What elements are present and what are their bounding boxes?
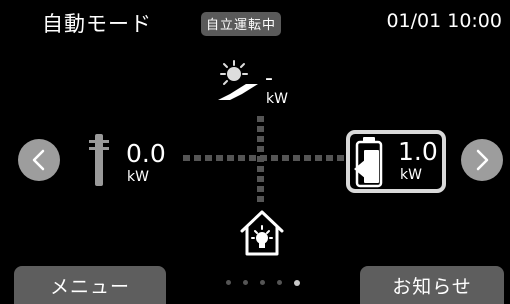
datetime: 01/01 10:00 (386, 10, 502, 32)
page-dot (277, 280, 282, 285)
page-dot (243, 280, 248, 285)
chevron-left-icon (32, 149, 45, 171)
battery-unit: kW (400, 167, 422, 183)
solar-unit: kW (266, 91, 288, 107)
notice-button[interactable]: お知らせ (360, 266, 504, 304)
flow-line-horizontal (183, 155, 345, 161)
prev-page-button[interactable] (18, 139, 60, 181)
battery-discharge-icon (354, 136, 390, 192)
chevron-right-icon (476, 149, 489, 171)
solar-panel-icon (216, 60, 258, 106)
house-icon (239, 209, 285, 261)
flow-line-vertical (257, 116, 264, 212)
page-dot (260, 280, 265, 285)
grid-value: 0.0 (126, 139, 166, 168)
grid-unit: kW (127, 169, 149, 185)
menu-button[interactable]: メニュー (14, 266, 166, 304)
battery-value: 1.0 (398, 137, 438, 166)
page-indicator (226, 279, 300, 286)
page-dot (226, 280, 231, 285)
mode-title: 自動モード (42, 12, 152, 36)
page-dot-active (294, 279, 300, 286)
next-page-button[interactable] (461, 139, 503, 181)
solar-value: - (265, 66, 273, 91)
power-pole-icon (88, 132, 110, 190)
status-badge: 自立運転中 (201, 12, 282, 36)
